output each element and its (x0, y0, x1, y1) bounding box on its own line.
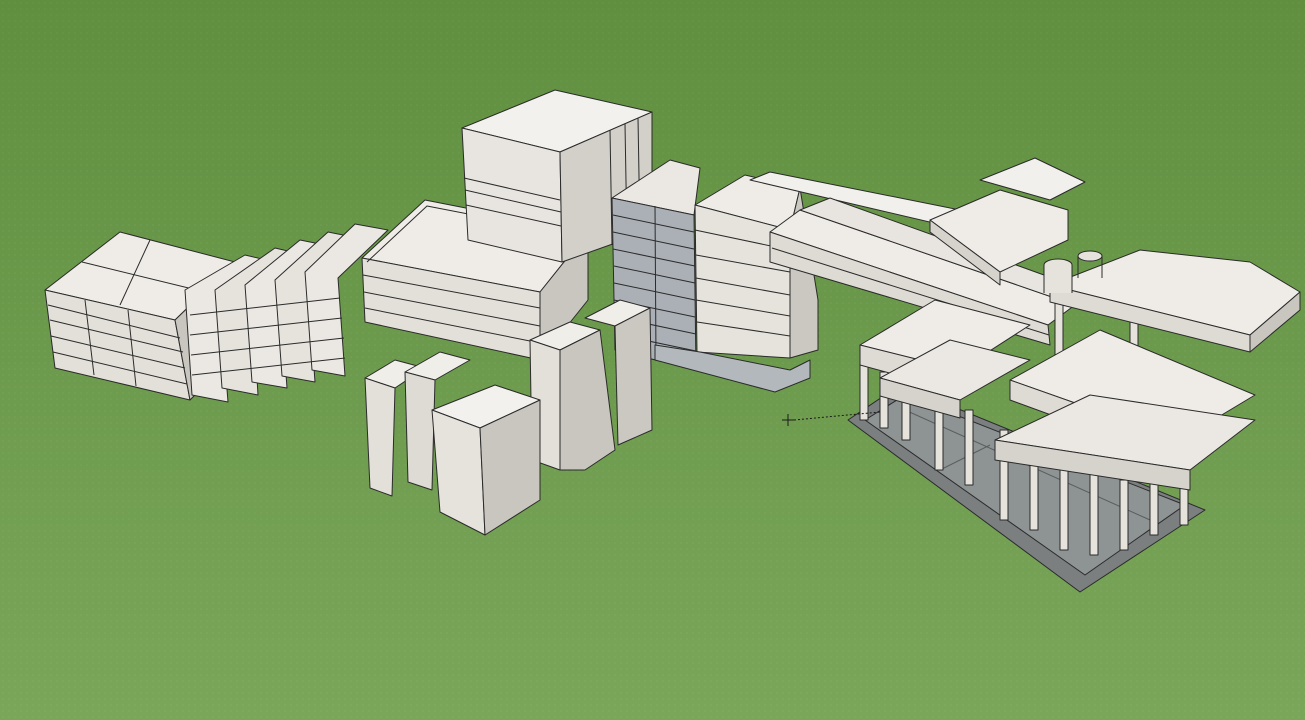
3d-modeling-viewport[interactable] (0, 0, 1305, 720)
model-canvas[interactable] (0, 0, 1305, 720)
